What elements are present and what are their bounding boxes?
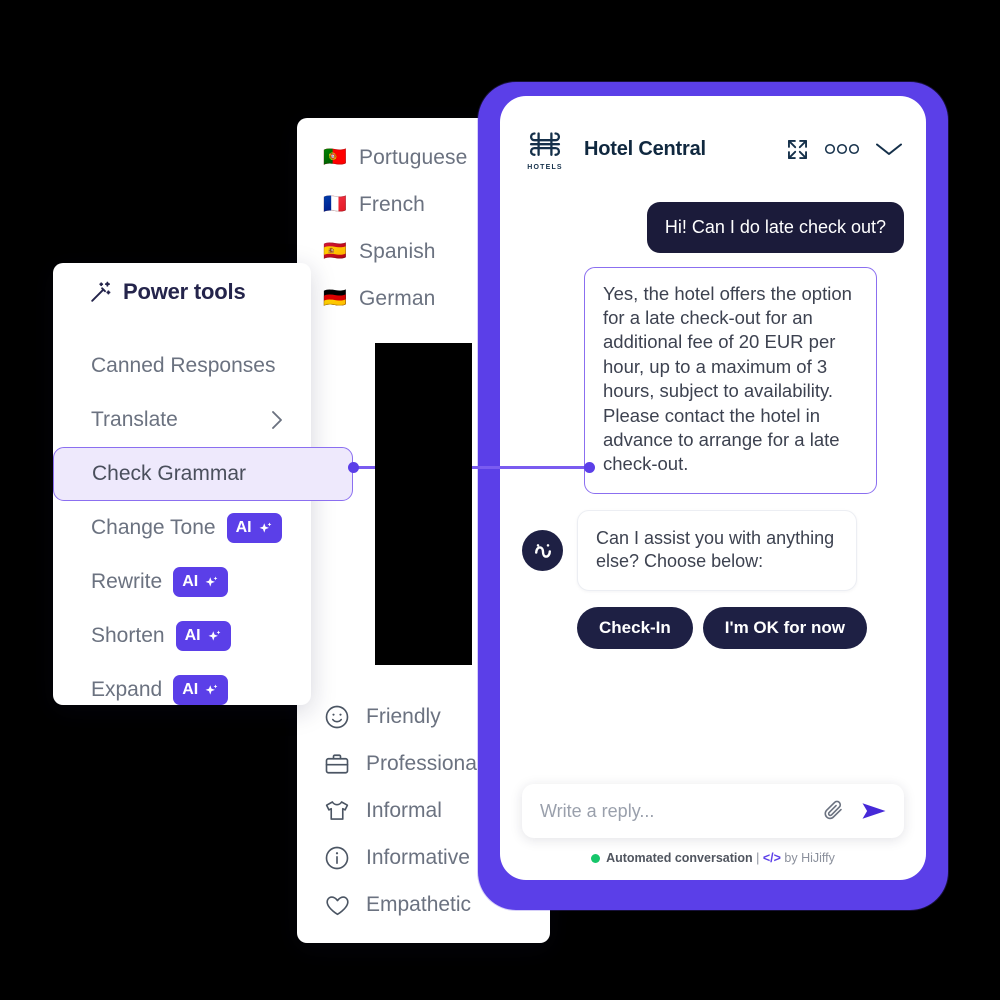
quick-reply-im-ok-for-now[interactable]: I'm OK for now [702,606,868,649]
widget-footer: Automated conversation | </> by HiJiffy [500,851,926,865]
power-tools-title-label: Power tools [123,279,246,304]
ai-badge-label: AI [184,627,201,644]
power-tools-list: Canned Responses Translate Check Grammar… [53,339,353,717]
power-tool-label: Check Grammar [92,462,247,485]
language-label: Portuguese [359,145,468,169]
language-label: German [359,286,436,310]
info-circle-icon [320,843,354,873]
logo-wordmark: HOTELS [527,163,563,171]
hotel-logo-icon: HOTELS [522,124,568,174]
ai-badge: AI [226,513,282,543]
chat-brand-name: Hotel Central [584,137,706,160]
reply-input[interactable] [538,799,808,823]
sparkle-icon [205,576,218,587]
flag-france-icon: 🇫🇷 [323,194,347,215]
bot-avatar [522,529,563,571]
power-tool-label: Expand [91,678,163,701]
message-bubble-quoted: Yes, the hotel offers the option for a l… [584,266,877,494]
power-tool-expand[interactable]: Expand AI [53,663,311,717]
sparkle-icon [205,684,218,695]
more-options-icon[interactable] [824,142,860,156]
power-tool-rewrite[interactable]: Rewrite AI [53,555,311,609]
tshirt-icon [320,796,354,826]
magic-wand-icon [89,280,113,304]
message-row-outgoing: Hi! Can I do late check out? [522,202,904,253]
message-bubble-outgoing: Hi! Can I do late check out? [646,202,904,253]
flag-portugal-icon: 🇵🇹 [323,147,347,168]
quick-reply-check-in[interactable]: Check-In [577,606,693,649]
expand-icon[interactable] [785,137,810,162]
power-tool-change-tone[interactable]: Change Tone AI [53,501,311,555]
chat-message-list: Hi! Can I do late check out? Yes, the ho… [500,202,926,762]
chat-widget-frame: HOTELS Hotel Central Hi! Can I do late c… [478,82,948,910]
sparkle-icon [208,630,220,641]
smiley-icon [320,702,354,732]
chat-header: HOTELS Hotel Central [500,96,926,202]
message-row-incoming: Can I assist you with anything else? Cho… [522,509,904,591]
power-tool-label: Change Tone [91,516,216,539]
power-tool-shorten[interactable]: Shorten AI [53,609,311,663]
paperclip-icon[interactable] [822,799,846,823]
ai-badge-label: AI [182,573,199,590]
power-tool-label: Rewrite [91,570,163,593]
tone-label: Friendly [366,704,441,728]
tone-label: Professional [366,751,482,775]
chat-window: HOTELS Hotel Central Hi! Can I do late c… [500,96,926,880]
ai-badge-label: AI [182,681,199,698]
power-tool-label: Translate [91,408,178,431]
power-tool-check-grammar[interactable]: Check Grammar [53,447,353,501]
occlusion-block [375,343,472,665]
connector-dot-right [584,462,595,473]
power-tools-title: Power tools [89,279,246,305]
chevron-down-icon[interactable] [874,139,904,159]
ai-badge: AI [175,621,231,651]
message-composer [522,784,904,838]
status-dot-icon [591,854,601,864]
flag-germany-icon: 🇩🇪 [323,288,347,309]
tone-label: Informative [366,845,470,869]
quick-reply-group: Check-In I'm OK for now [577,606,904,649]
language-label: Spanish [359,239,436,263]
power-tool-label: Shorten [91,624,165,647]
chevron-right-icon [269,409,285,431]
power-tools-panel: Power tools Canned Responses Translate C… [53,263,353,705]
connector-dot-left [348,462,359,473]
heart-icon [320,890,354,920]
tone-label: Empathetic [366,892,472,916]
send-icon[interactable] [860,799,888,823]
language-label: French [359,192,425,216]
power-tool-canned-responses[interactable]: Canned Responses [53,339,311,393]
screenshot-root: 🇵🇹 Portuguese 🇫🇷 French 🇪🇸 Spanish 🇩🇪 Ge… [0,0,1000,1000]
briefcase-icon [320,749,354,779]
power-tool-label: Canned Responses [91,354,276,377]
flag-spain-icon: 🇪🇸 [323,241,347,262]
code-icon: </> [762,851,781,865]
automation-status-label: Automated conversation [606,851,753,865]
ai-badge: AI [173,567,229,597]
message-bubble-incoming: Can I assist you with anything else? Cho… [577,509,857,591]
ai-badge-label: AI [235,519,252,536]
sparkle-icon [259,522,271,533]
ai-badge: AI [173,675,229,705]
footer-separator: | [756,851,760,865]
power-tool-translate[interactable]: Translate [53,393,311,447]
tone-label: Informal [366,798,442,822]
footer-credit: by HiJiffy [784,851,835,865]
